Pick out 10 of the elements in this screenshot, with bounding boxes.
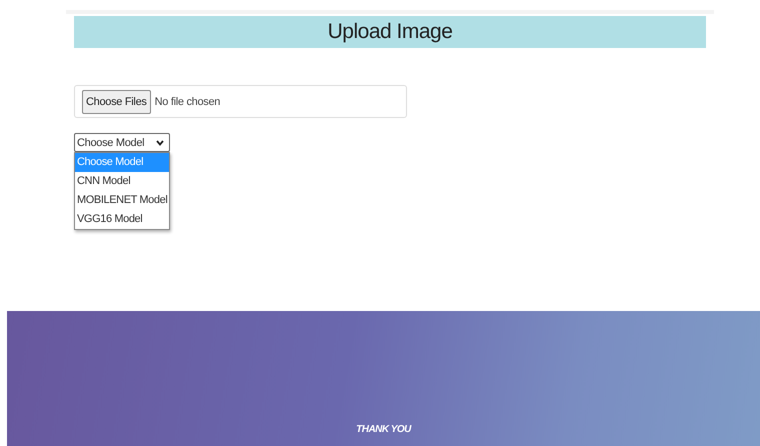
footer-text: THANK YOU bbox=[356, 424, 411, 435]
dropdown-option[interactable]: CNN Model bbox=[75, 172, 169, 191]
choose-files-button[interactable]: Choose Files bbox=[82, 90, 151, 114]
file-status-text: No file chosen bbox=[154, 96, 220, 108]
model-select[interactable]: Choose Model bbox=[74, 133, 170, 152]
dropdown-option[interactable]: MOBILENET Model bbox=[75, 191, 169, 210]
file-input-field[interactable]: Choose Files No file chosen bbox=[74, 85, 407, 118]
chevron-down-icon bbox=[156, 140, 164, 146]
page-title: Upload Image bbox=[328, 20, 452, 44]
dropdown-option[interactable]: VGG16 Model bbox=[75, 210, 169, 229]
